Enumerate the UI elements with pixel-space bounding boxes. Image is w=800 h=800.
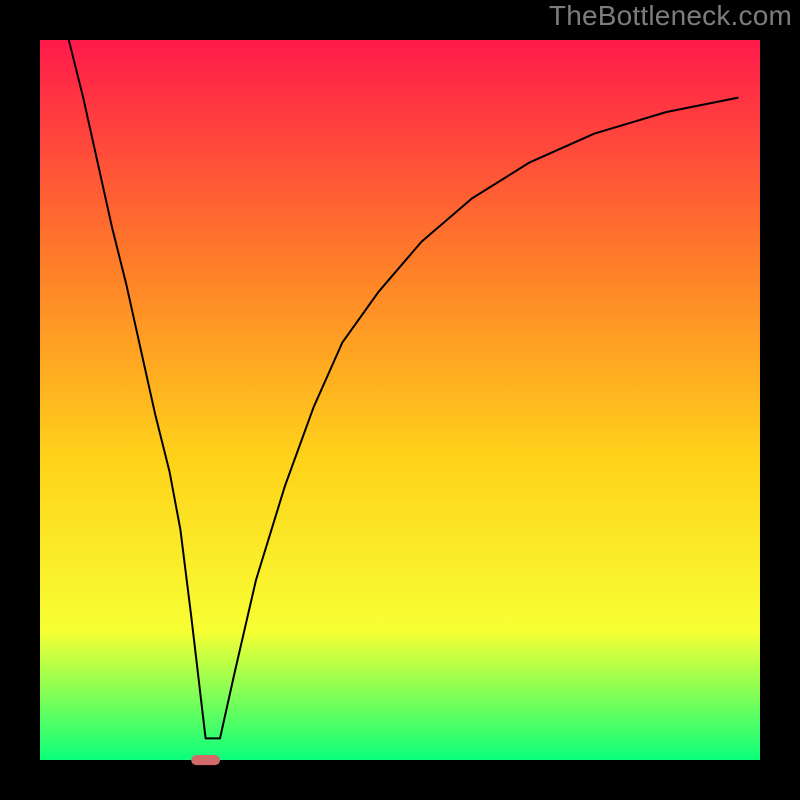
- optimum-marker: [191, 755, 220, 765]
- chart-frame: TheBottleneck.com: [0, 0, 800, 800]
- attribution-text: TheBottleneck.com: [549, 0, 792, 32]
- plot-background: [40, 40, 760, 760]
- bottleneck-chart: [0, 0, 800, 800]
